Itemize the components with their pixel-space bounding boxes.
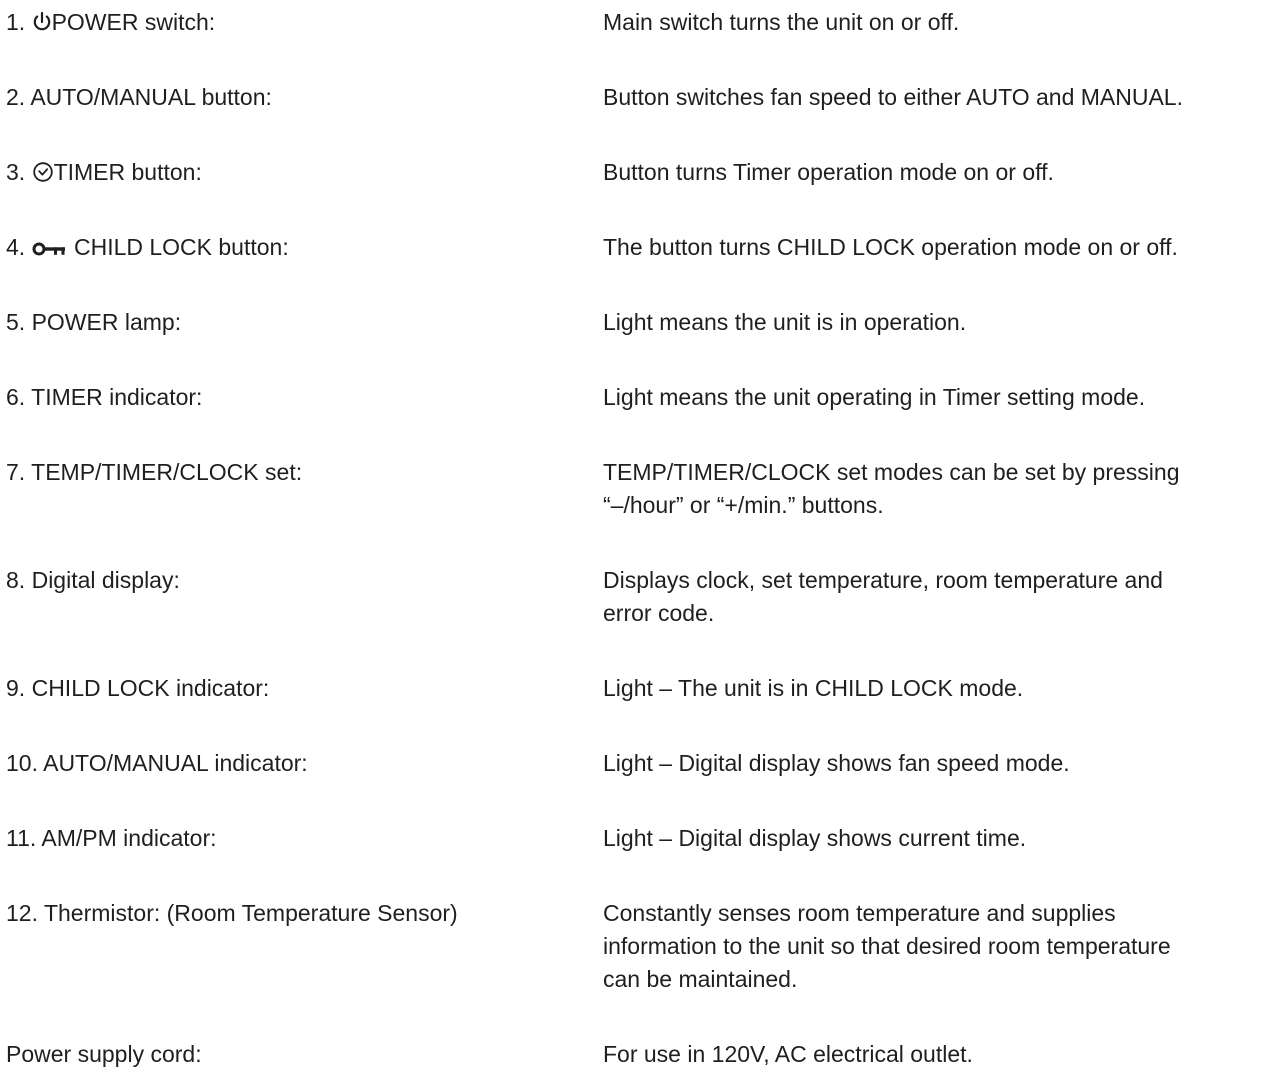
item-number: 1. bbox=[6, 9, 26, 35]
item-description: Light – Digital display shows current ti… bbox=[603, 825, 1027, 851]
timer-icon bbox=[32, 161, 54, 183]
item-label: Power supply cord: bbox=[6, 1041, 202, 1067]
item-number: 3. bbox=[6, 159, 26, 185]
description-line: Constantly senses room temperature and s… bbox=[603, 900, 1116, 926]
item-label: POWER lamp: bbox=[31, 309, 182, 335]
item-term: 4. CHILD LOCK button: bbox=[6, 231, 596, 264]
item-label: CHILD LOCK button: bbox=[73, 234, 289, 260]
item-description: Button turns Timer operation mode on or … bbox=[603, 159, 1054, 185]
item-description: Light – The unit is in CHILD LOCK mode. bbox=[603, 675, 1024, 701]
item-label: AUTO/MANUAL button: bbox=[30, 84, 272, 110]
key-icon bbox=[32, 240, 68, 258]
item-term: 5. POWER lamp: bbox=[6, 306, 596, 339]
item-description: Main switch turns the unit on or off. bbox=[603, 9, 960, 35]
item-term: 3. TIMER button: bbox=[6, 156, 596, 189]
item-label: Digital display: bbox=[31, 567, 180, 593]
item-description: Light means the unit is in operation. bbox=[603, 309, 967, 335]
item-label: TEMP/TIMER/CLOCK set: bbox=[31, 459, 303, 485]
description-line: error code. bbox=[603, 600, 715, 626]
description-line: TEMP/TIMER/CLOCK set modes can be set by… bbox=[603, 459, 1180, 485]
item-number: 4. bbox=[6, 234, 26, 260]
item-term: 11. AM/PM indicator: bbox=[6, 822, 596, 855]
item-number: 12. bbox=[6, 900, 38, 926]
item-term: 1. POWER switch: bbox=[6, 6, 596, 39]
item-description: Displays clock, set temperature, room te… bbox=[603, 564, 1280, 630]
power-icon bbox=[32, 11, 52, 33]
item-label: AUTO/MANUAL indicator: bbox=[43, 750, 308, 776]
description-line: information to the unit so that desired … bbox=[603, 933, 1171, 959]
item-label: POWER switch: bbox=[51, 9, 216, 35]
item-number: 11. bbox=[6, 825, 37, 851]
item-term: 2. AUTO/MANUAL button: bbox=[6, 81, 596, 114]
item-label: CHILD LOCK indicator: bbox=[31, 675, 270, 701]
item-number: 8. bbox=[6, 567, 26, 593]
item-term: Power supply cord: bbox=[6, 1038, 596, 1071]
item-description: Light means the unit operating in Timer … bbox=[603, 384, 1146, 410]
item-term: 9. CHILD LOCK indicator: bbox=[6, 672, 596, 705]
item-term: 6. TIMER indicator: bbox=[6, 381, 596, 414]
item-label: TIMER indicator: bbox=[31, 384, 203, 410]
item-number: 7. bbox=[6, 459, 26, 485]
description-line: “–/hour” or “+/min.” buttons. bbox=[603, 492, 884, 518]
item-description: Light – Digital display shows fan speed … bbox=[603, 750, 1070, 776]
item-label: Thermistor: (Room Temperature Sensor) bbox=[43, 900, 458, 926]
item-number: 5. bbox=[6, 309, 26, 335]
item-number: 10. bbox=[6, 750, 38, 776]
item-description: Button switches fan speed to either AUTO… bbox=[603, 84, 1183, 110]
item-term: 8. Digital display: bbox=[6, 564, 596, 597]
item-term: 10. AUTO/MANUAL indicator: bbox=[6, 747, 596, 780]
item-label: AM/PM indicator: bbox=[41, 825, 217, 851]
item-term: 12. Thermistor: (Room Temperature Sensor… bbox=[6, 897, 596, 930]
description-line: can be maintained. bbox=[603, 966, 798, 992]
item-term: 7. TEMP/TIMER/CLOCK set: bbox=[6, 456, 596, 489]
item-description: For use in 120V, AC electrical outlet. bbox=[603, 1041, 973, 1067]
item-number: 2. bbox=[6, 84, 26, 110]
item-number: 9. bbox=[6, 675, 26, 701]
item-description: TEMP/TIMER/CLOCK set modes can be set by… bbox=[603, 456, 1280, 522]
item-label: TIMER button: bbox=[53, 159, 202, 185]
description-line: Displays clock, set temperature, room te… bbox=[603, 567, 1163, 593]
item-description: Constantly senses room temperature and s… bbox=[603, 897, 1280, 996]
item-description: The button turns CHILD LOCK operation mo… bbox=[603, 234, 1178, 260]
item-number: 6. bbox=[6, 384, 26, 410]
